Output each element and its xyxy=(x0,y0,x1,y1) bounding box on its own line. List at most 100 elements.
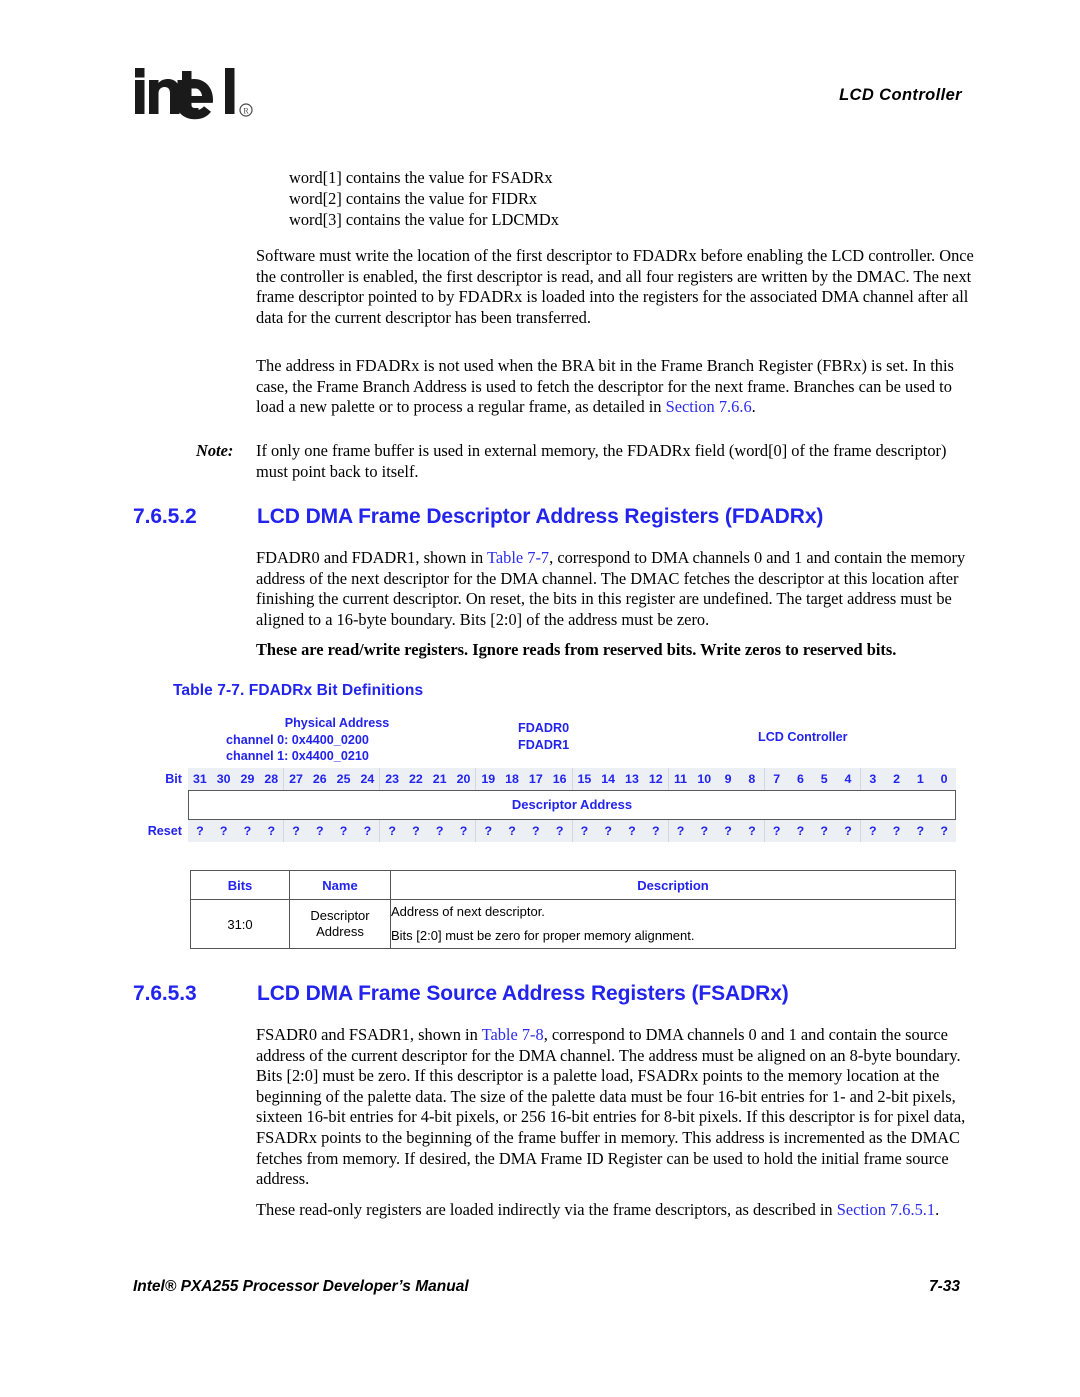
column-header-description: Description xyxy=(390,870,956,900)
paragraph-readonly-tail: . xyxy=(935,1200,940,1219)
bit-number-cell: 9 xyxy=(724,772,732,786)
column-header-bits: Bits xyxy=(190,870,290,900)
register-name-block: FDADR0 FDADR1 xyxy=(518,720,668,753)
reset-value-cell: ? xyxy=(916,824,925,838)
reset-value-cells: ???????????????????????????????? xyxy=(188,820,956,842)
bit-number-cell: 14 xyxy=(601,772,616,786)
paragraph-frame-branch-tail: . xyxy=(751,397,756,417)
cell-field-name: Descriptor Address xyxy=(289,899,391,949)
reset-value-cell: ? xyxy=(412,824,420,838)
physical-address-channel-1: channel 1: 0x4400_0210 xyxy=(226,749,369,763)
bit-number-cell: 10 xyxy=(697,772,712,786)
reset-value-cell: ? xyxy=(555,824,564,838)
reset-value-cell: ? xyxy=(267,824,276,838)
paragraph-readonly-lead: These read-only registers are loaded ind… xyxy=(256,1200,837,1219)
bit-number-cell: 2 xyxy=(893,772,900,786)
reset-value-cell: ? xyxy=(892,824,901,838)
reset-value-cell: ? xyxy=(379,820,404,842)
paragraph-fdadr-description: FDADR0 and FDADR1, shown in Table 7-7, c… xyxy=(256,548,978,630)
reset-value-cell: ? xyxy=(700,824,709,838)
link-section-7-6-5-1[interactable]: Section 7.6.5.1 xyxy=(837,1200,935,1219)
reset-value-cell: ? xyxy=(820,824,828,838)
reset-value-cell: ? xyxy=(796,824,805,838)
page-header: R LCD Controller xyxy=(0,0,1080,150)
reset-row-label: Reset xyxy=(147,824,182,838)
bit-number-cell: 23 xyxy=(379,768,404,790)
register-diagram-fdadr: Physical Address channel 0: 0x4400_0200 … xyxy=(130,712,960,842)
register-name-fdadr0: FDADR0 xyxy=(518,721,570,735)
bit-number-cell: 3 xyxy=(859,768,885,790)
cell-field-description: Address of next descriptor. Bits [2:0] m… xyxy=(390,899,956,949)
link-section-7-6-6[interactable]: Section 7.6.6 xyxy=(666,397,752,416)
word-list-line-2: word[2] contains the value for FIDRx xyxy=(289,189,538,208)
reset-value-cell: ? xyxy=(508,824,516,838)
reset-value-cell: ? xyxy=(363,824,372,838)
physical-address-block: Physical Address channel 0: 0x4400_0200 … xyxy=(222,715,452,765)
footer-page-number: 7-33 xyxy=(928,1278,960,1295)
footer-manual-title: Intel® PXA255 Processor Developer’s Manu… xyxy=(133,1278,469,1295)
paragraph-fsadr-readonly: These read-only registers are loaded ind… xyxy=(256,1200,978,1221)
reset-value-cell: ? xyxy=(459,824,468,838)
bit-number-cell: 29 xyxy=(240,772,255,786)
link-table-7-8[interactable]: Table 7-8 xyxy=(482,1025,544,1044)
svg-text:R: R xyxy=(243,107,249,116)
register-meta: Physical Address channel 0: 0x4400_0200 … xyxy=(130,712,960,768)
bit-number-cell: 16 xyxy=(552,772,567,786)
paragraph-fsadr-description: FSADR0 and FSADR1, shown in Table 7-8, c… xyxy=(256,1025,978,1190)
paragraph-software-write: Software must write the location of the … xyxy=(256,246,974,327)
bit-number-cell: 15 xyxy=(571,768,597,790)
reset-value-cell: ? xyxy=(748,824,756,838)
bit-number-cell: 0 xyxy=(940,772,948,786)
table-header-row: Bits Name Description xyxy=(190,870,956,900)
paragraph-frame-branch-text: The address in FDADRx is not used when t… xyxy=(256,356,954,417)
bit-number-cell: 26 xyxy=(312,772,327,786)
physical-address-channel-0: channel 0: 0x4400_0200 xyxy=(226,732,369,747)
reset-value-cell: ? xyxy=(724,824,732,838)
reset-value-cell: ? xyxy=(219,824,228,838)
bit-number-cell: 25 xyxy=(336,772,351,786)
bit-number-cell: 27 xyxy=(283,768,308,790)
reset-value-cell: ? xyxy=(844,824,852,838)
bit-number-cell: 1 xyxy=(916,772,924,786)
reset-value-cell: ? xyxy=(196,824,204,838)
page-footer: Intel® PXA255 Processor Developer’s Manu… xyxy=(0,1278,1080,1318)
fdadr-access-note: These are read/write registers. Ignore r… xyxy=(256,640,897,659)
reset-value-cell: ? xyxy=(604,824,612,838)
section-heading-7-6-5-2: 7.6.5.2 LCD DMA Frame Descriptor Address… xyxy=(133,505,963,529)
bit-number-cell: 21 xyxy=(432,772,447,786)
word-list-line-3: word[3] contains the value for LDCMDx xyxy=(289,210,559,229)
reset-value-cell: ? xyxy=(435,824,444,838)
reset-value-cell: ? xyxy=(940,824,948,838)
column-header-name: Name xyxy=(289,870,391,900)
bit-number-cell: 4 xyxy=(844,772,852,786)
reset-value-cell: ? xyxy=(571,820,597,842)
link-table-7-7[interactable]: Table 7-7 xyxy=(487,548,549,567)
reset-value-cell: ? xyxy=(283,820,308,842)
reset-value-cell: ? xyxy=(763,820,789,842)
description-line-2: Bits [2:0] must be zero for proper memor… xyxy=(391,928,695,943)
bit-row-label: Bit xyxy=(165,772,182,786)
running-head-title: LCD Controller xyxy=(839,86,962,104)
reset-value-row: Reset ???????????????????????????????? xyxy=(130,820,960,842)
bit-number-cell: 17 xyxy=(528,772,543,786)
reset-value-cell: ? xyxy=(651,824,660,838)
bit-number-cell: 28 xyxy=(264,772,279,786)
register-unit-label: LCD Controller xyxy=(758,730,848,744)
section-number-7-6-5-2: 7.6.5.2 xyxy=(133,505,197,528)
bit-number-cell: 13 xyxy=(625,772,639,786)
bit-number-cell: 8 xyxy=(748,772,756,786)
bit-number-cell: 24 xyxy=(360,772,375,786)
bit-number-cell: 11 xyxy=(667,768,693,790)
word-list-line-1: word[1] contains the value for FSADRx xyxy=(289,168,553,187)
paragraph-fdadr-lead: FDADR0 and FDADR1, shown in xyxy=(256,548,488,567)
bit-number-cell: 12 xyxy=(648,772,663,786)
bit-number-cell: 19 xyxy=(475,768,500,790)
bit-number-cell: 18 xyxy=(505,772,519,786)
reset-value-cell: ? xyxy=(859,820,885,842)
intel-logo: R xyxy=(133,66,263,128)
paragraph-fsadr-lead: FSADR0 and FSADR1, shown in xyxy=(256,1025,482,1044)
table-row: 31:0 Descriptor Address Address of next … xyxy=(190,899,956,949)
bit-number-cell: 22 xyxy=(409,772,423,786)
bit-number-cells: 31 30 29 28 27 26 25 24 23 22 21 20 19 18 17 16 15 14 13 12… xyxy=(188,768,956,790)
bit-number-cell: 5 xyxy=(820,772,828,786)
